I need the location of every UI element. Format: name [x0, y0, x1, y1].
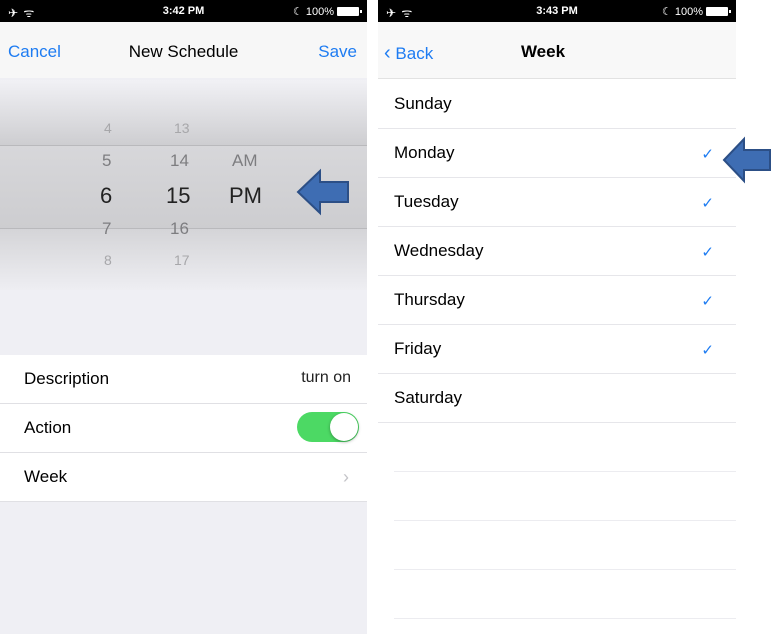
- battery-indicator: ☾ 100%: [661, 5, 731, 18]
- battery-icon: [706, 7, 731, 16]
- back-label: Back: [395, 44, 434, 63]
- day-row-thursday[interactable]: Thursday ✓: [378, 276, 736, 325]
- empty-row: [394, 570, 736, 619]
- empty-row: [394, 472, 736, 521]
- day-label: Wednesday: [394, 241, 484, 260]
- day-row-monday[interactable]: Monday ✓: [378, 129, 736, 178]
- hour-option[interactable]: 7: [102, 219, 111, 239]
- minute-option[interactable]: 13: [174, 120, 190, 136]
- minute-option[interactable]: 17: [174, 252, 190, 268]
- day-row-saturday[interactable]: Saturday: [378, 374, 736, 423]
- checkmark-icon: ✓: [701, 195, 714, 212]
- chevron-left-icon: ‹: [384, 42, 391, 64]
- chevron-right-icon: ›: [343, 467, 349, 487]
- minute-option[interactable]: 14: [170, 151, 189, 171]
- minute-option-selected[interactable]: 15: [166, 183, 190, 209]
- day-label: Tuesday: [394, 192, 459, 211]
- day-row-sunday[interactable]: Sunday: [378, 80, 736, 129]
- moon-icon: ☾: [661, 6, 672, 18]
- action-label: Action: [24, 418, 72, 437]
- toggle-knob: [330, 413, 358, 441]
- status-bar: ✈ ᯤ 3:43 PM ☾ 100%: [378, 0, 736, 22]
- action-toggle[interactable]: [297, 412, 359, 442]
- battery-percent: 100%: [674, 5, 703, 18]
- week-label: Week: [24, 467, 68, 486]
- empty-row: [394, 521, 736, 570]
- ampm-option[interactable]: AM: [232, 151, 258, 171]
- checkmark-icon: ✓: [701, 244, 714, 261]
- day-label: Saturday: [394, 388, 463, 407]
- status-bar: ✈ ᯤ 3:42 PM ☾ 100%: [0, 0, 367, 22]
- week-screen: ✈ ᯤ 3:43 PM ☾ 100% ‹ Back Week Sunday Mo…: [378, 0, 736, 634]
- left-arrow-icon: [722, 136, 771, 184]
- description-row[interactable]: Description turn on: [0, 355, 367, 404]
- battery-icon: [337, 7, 362, 16]
- day-row-friday[interactable]: Friday ✓: [378, 325, 736, 374]
- navigation-bar: Cancel New Schedule Save: [0, 22, 367, 78]
- action-row: Action: [0, 404, 367, 453]
- day-row-wednesday[interactable]: Wednesday ✓: [378, 227, 736, 276]
- hour-option-selected[interactable]: 6: [100, 183, 112, 209]
- day-row-tuesday[interactable]: Tuesday ✓: [378, 178, 736, 227]
- checkmark-icon: ✓: [701, 342, 714, 359]
- moon-icon: ☾: [292, 6, 303, 18]
- day-label: Friday: [394, 339, 442, 358]
- battery-indicator: ☾ 100%: [292, 5, 362, 18]
- schedule-settings-list: Description turn on Action Week ›: [0, 355, 367, 502]
- checkmark-icon: ✓: [701, 293, 714, 310]
- description-label: Description: [24, 369, 110, 388]
- cancel-button[interactable]: Cancel: [8, 42, 61, 62]
- week-row[interactable]: Week ›: [0, 453, 367, 502]
- checkmark-icon: ✓: [701, 146, 714, 163]
- battery-percent: 100%: [305, 5, 334, 18]
- description-value[interactable]: turn on: [301, 369, 351, 387]
- empty-row: [394, 423, 736, 472]
- minute-option[interactable]: 16: [170, 219, 189, 239]
- left-arrow-icon: [296, 168, 349, 216]
- ampm-option-selected[interactable]: PM: [229, 183, 262, 209]
- save-button[interactable]: Save: [318, 42, 357, 62]
- hour-option[interactable]: 4: [104, 120, 112, 136]
- weekday-list: Sunday Monday ✓ Tuesday ✓ Wednesday ✓ Th…: [378, 80, 736, 619]
- navigation-bar: ‹ Back Week: [378, 22, 736, 79]
- day-label: Thursday: [394, 290, 465, 309]
- hour-option[interactable]: 5: [102, 151, 111, 171]
- day-label: Sunday: [394, 94, 452, 113]
- new-schedule-screen: ✈ ᯤ 3:42 PM ☾ 100% Cancel New Schedule S…: [0, 0, 367, 634]
- day-label: Monday: [394, 143, 455, 162]
- hour-option[interactable]: 8: [104, 252, 112, 268]
- back-button[interactable]: ‹ Back: [384, 42, 433, 65]
